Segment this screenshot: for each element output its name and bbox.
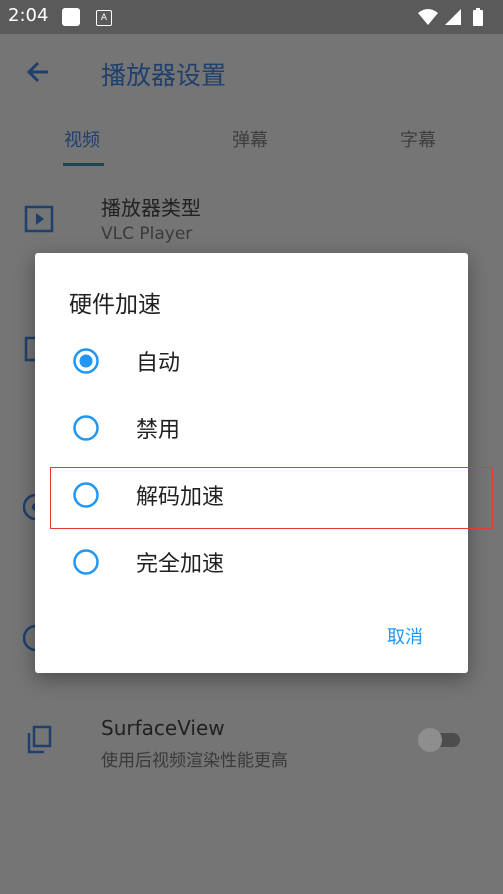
active-tab-indicator [63,163,104,166]
status-time: 2:04 [8,5,49,26]
option-disabled[interactable]: 禁用 [35,398,468,458]
page-title: 播放器设置 [101,61,227,90]
surfaceview-subtitle: 使用后视频渲染性能更高 [101,751,288,771]
battery-icon [473,8,483,26]
tab-danmaku[interactable]: 弹幕 [232,126,268,152]
radio-unchecked-icon[interactable] [72,414,100,442]
option-auto[interactable]: 自动 [35,331,468,391]
play-icon [24,205,54,237]
signal-icon [445,9,461,25]
app-bar: 播放器设置 [0,34,503,114]
option-label: 完全加速 [136,552,225,577]
highlight-box [50,467,493,529]
radio-unchecked-icon[interactable] [72,548,100,576]
player-type-subtitle: VLC Player [101,224,193,244]
status-icons [417,7,493,31]
toggle-thumb [418,728,442,752]
dialog-title: 硬件加速 [69,292,161,318]
notification-icon [62,8,80,26]
hardware-accel-dialog: 硬件加速 自动 禁用 解码加速 完全加速 取消 [35,253,468,673]
tab-bar: 视频 弹幕 字幕 [0,114,503,168]
radio-checked-icon[interactable] [72,347,100,375]
status-bar: 2:04 A [0,0,503,34]
cancel-button[interactable]: 取消 [387,623,423,649]
tab-subtitle[interactable]: 字幕 [400,126,436,152]
keyboard-badge-icon: A [96,10,112,26]
surfaceview-toggle[interactable] [418,728,466,752]
option-full-accel[interactable]: 完全加速 [35,532,468,592]
copy-icon [25,725,53,759]
option-label: 自动 [136,351,181,376]
wifi-icon [418,9,438,25]
surfaceview-title: SurfaceView [101,716,225,740]
back-arrow-icon[interactable] [24,58,52,90]
player-type-title: 播放器类型 [101,196,201,220]
option-label: 禁用 [136,418,181,443]
tab-video[interactable]: 视频 [64,126,100,152]
